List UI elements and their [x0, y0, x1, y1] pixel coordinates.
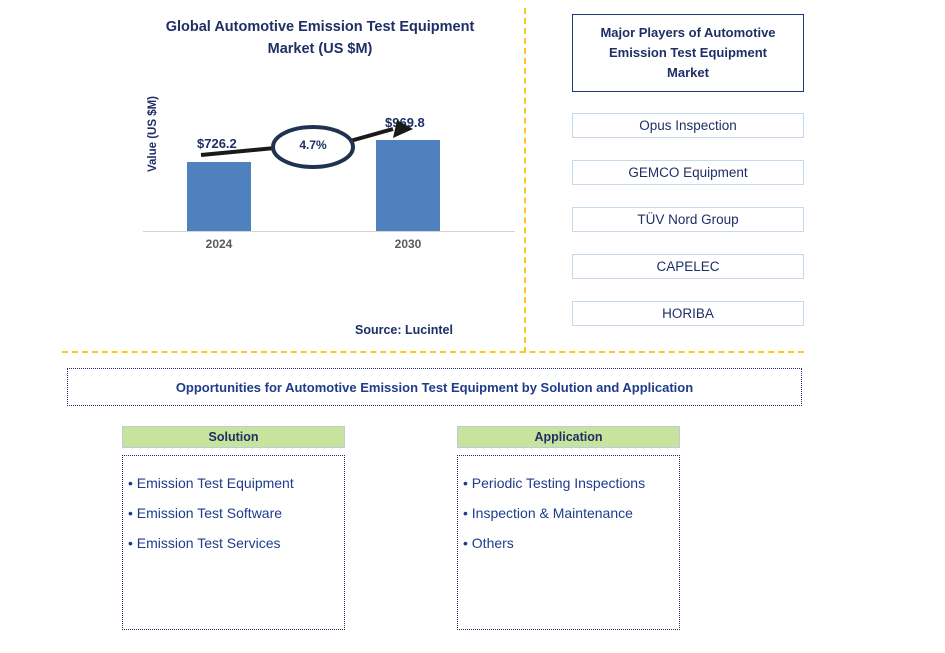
player-item-tuv-nord-group[interactable]: TÜV Nord Group	[572, 207, 804, 232]
solution-column-body: Emission Test Equipment Emission Test So…	[122, 455, 345, 630]
player-item-opus-inspection[interactable]: Opus Inspection	[572, 113, 804, 138]
cagr-value: 4.7%	[299, 138, 327, 152]
application-column-header: Application	[457, 426, 680, 448]
chart-title-line-2: Market (US $M)	[267, 41, 373, 57]
application-column-body: Periodic Testing Inspections Inspection …	[457, 455, 680, 630]
application-item-3: Others	[468, 528, 669, 558]
solution-item-2: Emission Test Software	[133, 498, 334, 528]
chart-title-line-1: Global Automotive Emission Test Equipmen…	[165, 19, 475, 35]
major-players-header-line-2: Emission Test Equipment	[609, 45, 767, 60]
major-players-header-text: Major Players of Automotive Emission Tes…	[588, 23, 787, 83]
player-item-horiba[interactable]: HORIBA	[572, 301, 804, 326]
application-item-1: Periodic Testing Inspections	[468, 468, 669, 498]
solution-column-header: Solution	[122, 426, 345, 448]
player-item-gemco-equipment[interactable]: GEMCO Equipment	[572, 160, 804, 185]
vertical-divider	[524, 8, 526, 353]
solution-item-3: Emission Test Services	[133, 528, 334, 558]
major-players-header: Major Players of Automotive Emission Tes…	[572, 14, 804, 92]
opportunities-banner-text: Opportunities for Automotive Emission Te…	[175, 379, 694, 395]
horizontal-divider	[62, 351, 804, 353]
cagr-callout-graphic	[200, 120, 413, 169]
bar-chart: Value (US $M) $726.2 $969.8 2024 2030 4.…	[125, 96, 515, 270]
major-players-header-line-3: Market	[667, 65, 709, 80]
solution-item-1: Emission Test Equipment	[133, 468, 334, 498]
player-item-capelec[interactable]: CAPELEC	[572, 254, 804, 279]
major-players-header-line-1: Major Players of Automotive	[600, 25, 776, 40]
application-item-2: Inspection & Maintenance	[468, 498, 669, 528]
chart-title: Global Automotive Emission Test Equipmen…	[130, 16, 510, 60]
opportunities-banner: Opportunities for Automotive Emission Te…	[67, 368, 802, 406]
source-note: Source: Lucintel	[355, 323, 453, 337]
